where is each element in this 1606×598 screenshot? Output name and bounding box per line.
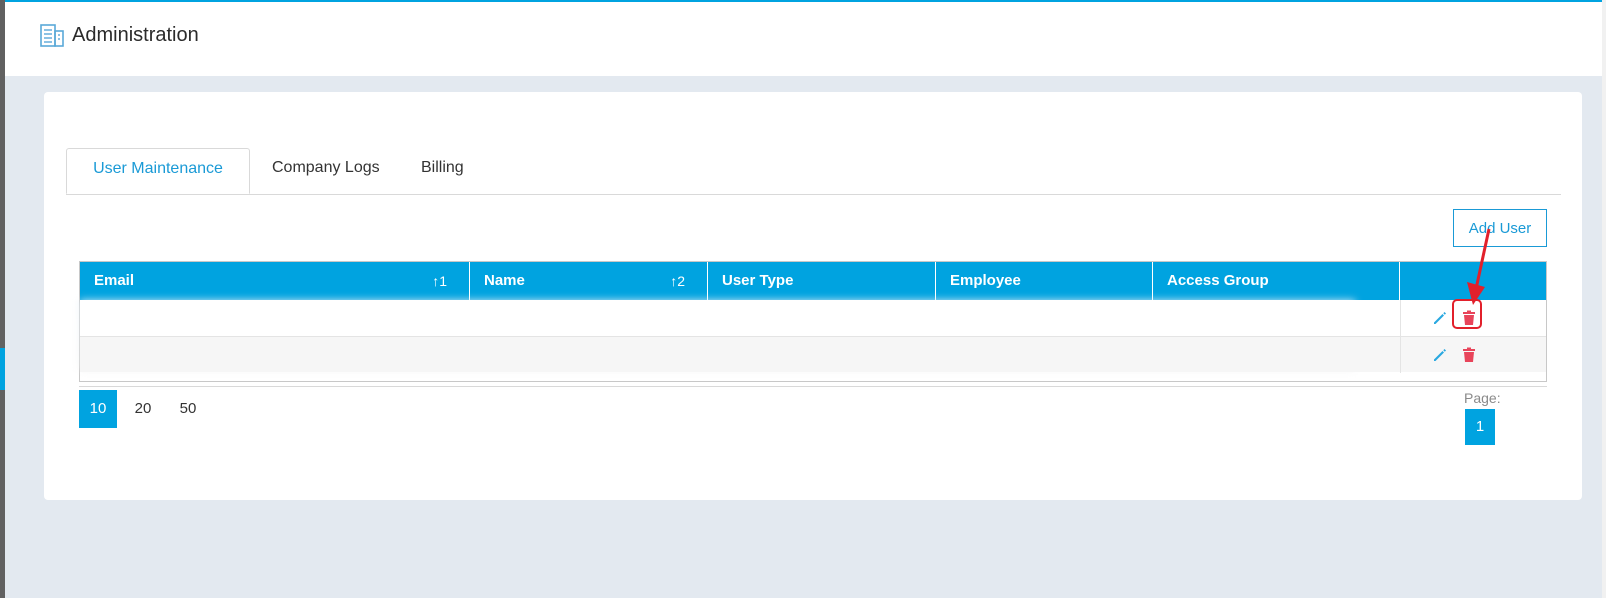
cell-user-type	[708, 337, 936, 373]
edit-icon[interactable]	[1431, 309, 1449, 327]
cell-email	[80, 300, 470, 336]
table-row[interactable]	[80, 300, 1546, 336]
cell-access-group	[1153, 300, 1400, 336]
tab-company-logs[interactable]: Company Logs	[272, 148, 380, 194]
page-size-50[interactable]: 50	[169, 390, 207, 428]
tab-bar: User Maintenance Company Logs Billing	[66, 148, 1561, 195]
users-table: Email ↑1 Name ↑2 User Type Employee Acce…	[79, 261, 1547, 382]
building-icon	[39, 22, 65, 48]
page-header: Administration	[5, 0, 1602, 76]
delete-highlight-box	[1452, 299, 1482, 329]
edit-icon[interactable]	[1431, 346, 1449, 364]
page-title: Administration	[72, 24, 199, 46]
table-header: Email ↑1 Name ↑2 User Type Employee Acce…	[80, 262, 1546, 300]
tab-billing[interactable]: Billing	[421, 148, 464, 194]
column-header-employee[interactable]: Employee	[936, 262, 1153, 300]
cell-name	[470, 337, 708, 373]
column-label-name: Name	[484, 272, 525, 289]
page-label: Page:	[1464, 390, 1501, 406]
table-footer-divider	[79, 386, 1547, 387]
row-actions	[1400, 337, 1546, 373]
column-label-access-group: Access Group	[1167, 272, 1269, 289]
admin-card: User Maintenance Company Logs Billing Ad…	[44, 92, 1582, 500]
cell-employee	[936, 300, 1153, 336]
column-header-access-group[interactable]: Access Group	[1153, 262, 1400, 300]
cell-email	[80, 337, 470, 373]
column-header-name[interactable]: Name ↑2	[470, 262, 708, 300]
column-label-email: Email	[94, 272, 135, 289]
cell-access-group	[1153, 337, 1400, 373]
cell-user-type	[708, 300, 936, 336]
sort-indicator-name: ↑2	[670, 273, 685, 289]
column-header-email[interactable]: Email ↑1	[80, 262, 470, 300]
add-user-button[interactable]: Add User	[1453, 209, 1547, 247]
table-row[interactable]	[80, 336, 1546, 373]
column-label-user-type: User Type	[722, 272, 794, 289]
column-header-user-type[interactable]: User Type	[708, 262, 936, 300]
page-size-20[interactable]: 20	[124, 390, 162, 428]
page-size-10[interactable]: 10	[79, 390, 117, 428]
tab-user-maintenance[interactable]: User Maintenance	[66, 148, 250, 194]
trash-icon[interactable]	[1460, 346, 1478, 364]
column-header-actions	[1400, 262, 1546, 300]
cell-employee	[936, 337, 1153, 373]
page-number-1[interactable]: 1	[1465, 409, 1495, 445]
column-label-employee: Employee	[950, 272, 1021, 289]
sort-indicator-email: ↑1	[432, 273, 447, 289]
sidebar-active-marker	[0, 348, 5, 390]
scrollbar[interactable]	[1602, 0, 1606, 598]
left-sidebar-strip	[0, 0, 5, 598]
cell-name	[470, 300, 708, 336]
